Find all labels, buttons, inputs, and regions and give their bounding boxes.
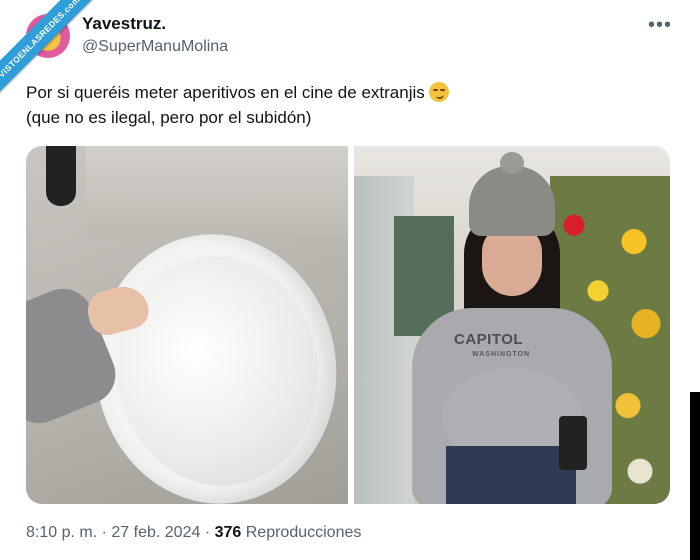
photo-foam-bowl[interactable] [26, 146, 348, 504]
sweatshirt-text: CAPITOL [454, 331, 524, 348]
tweet-meta: 8:10 p. m. · 27 feb. 2024 · 376 Reproduc… [26, 524, 361, 542]
tweet-time[interactable]: 8:10 p. m. [26, 524, 97, 541]
view-label: Reproducciones [245, 524, 362, 541]
tweet-media[interactable]: CAPITOL WASHINGTON [26, 146, 670, 504]
meta-separator-2: · [204, 524, 211, 541]
meta-separator: · [101, 524, 107, 541]
tweet-card: Yavestruz. @SuperManuMolina ••• VISTOENL… [0, 0, 700, 560]
author-handle[interactable]: @SuperManuMolina [82, 38, 228, 56]
smirking-face-icon [428, 82, 449, 102]
woman-jeans [446, 446, 576, 504]
tweet-line-2: (que no es ilegal, pero por el subidón) [26, 108, 312, 127]
handbag [559, 416, 587, 470]
tweet-date[interactable]: 27 feb. 2024 [111, 524, 200, 541]
sweatshirt-subtext: WASHINGTON [472, 351, 531, 358]
photo-woman-store[interactable]: CAPITOL WASHINGTON [354, 146, 670, 504]
more-options-icon[interactable]: ••• [648, 14, 672, 37]
shoe-icon [46, 146, 76, 206]
view-count: 376 [214, 524, 242, 541]
edge-bar [690, 392, 700, 560]
tweet-line-1: Por si queréis meter aperitivos en el ci… [26, 83, 425, 102]
tweet-text: Por si queréis meter aperitivos en el ci… [26, 80, 449, 130]
knit-hat [469, 166, 555, 236]
